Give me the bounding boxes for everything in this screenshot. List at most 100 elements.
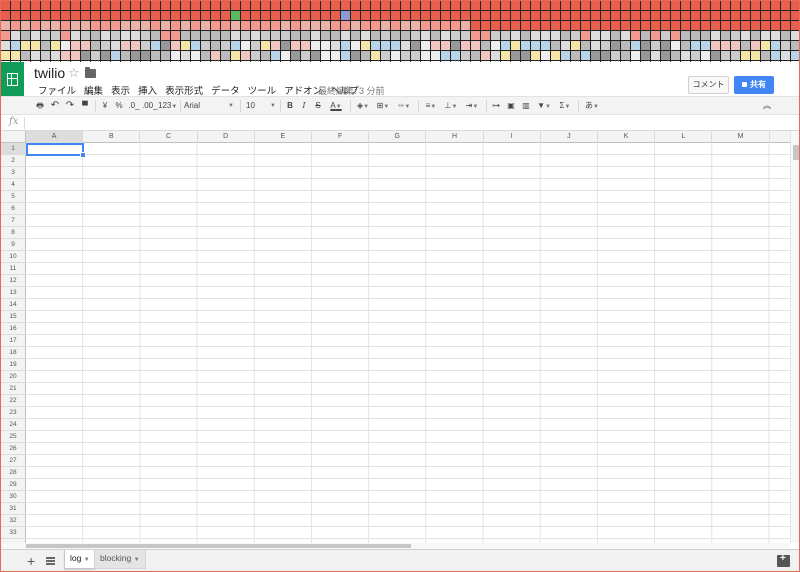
column-header-g[interactable]: G [369,131,427,143]
row-header-3[interactable]: 3 [0,167,26,179]
sheets-logo-icon[interactable] [0,62,24,96]
row-header-7[interactable]: 7 [0,215,26,227]
font-size-select[interactable]: 10 ▼ [246,99,276,113]
strikethrough-button[interactable]: S [312,99,324,113]
row-header-21[interactable]: 21 [0,383,26,395]
select-all-corner[interactable] [0,131,26,143]
column-header-f[interactable]: F [312,131,370,143]
column-header-d[interactable]: D [198,131,255,143]
column-header-h[interactable]: H [426,131,484,143]
column-header-m[interactable]: M [712,131,770,143]
redo-icon[interactable]: ↷ [64,99,76,113]
row-header-6[interactable]: 6 [0,203,26,215]
bold-button[interactable]: B [284,99,296,113]
row-header-20[interactable]: 20 [0,371,26,383]
row-header-2[interactable]: 2 [0,155,26,167]
row-header-23[interactable]: 23 [0,407,26,419]
selected-cell[interactable] [26,143,86,158]
comment-icon[interactable]: ▣ [505,99,517,113]
row-header-19[interactable]: 19 [0,359,26,371]
functions-button[interactable]: Σ▼ [556,99,574,113]
row-header-31[interactable]: 31 [0,503,26,515]
horizontal-scroll-thumb[interactable] [26,544,411,548]
column-header-c[interactable]: C [140,131,198,143]
row-header-25[interactable]: 25 [0,431,26,443]
chevron-down-icon[interactable]: ▼ [134,557,140,563]
row-header-16[interactable]: 16 [0,323,26,335]
column-header-a[interactable]: A [26,131,84,143]
comment-button[interactable]: コメント [688,76,729,94]
row-header-24[interactable]: 24 [0,419,26,431]
link-icon[interactable]: ⊶ [490,99,502,113]
explore-icon[interactable] [777,553,790,567]
paint-format-icon[interactable]: ▀ [79,99,91,113]
column-header-e[interactable]: E [255,131,312,143]
star-icon[interactable]: ☆ [68,65,80,81]
share-button[interactable]: 共有 [734,76,774,94]
row-header-11[interactable]: 11 [0,263,26,275]
row-header-33[interactable]: 33 [0,527,26,539]
menu-file[interactable]: ファイル [34,83,80,97]
row-header-26[interactable]: 26 [0,443,26,455]
decrease-decimal-button[interactable]: .0_ [128,99,140,113]
borders-icon[interactable]: ⊞▼ [374,99,392,113]
more-formats-button[interactable]: 123▼ [158,99,177,113]
menu-view[interactable]: 表示 [107,83,134,97]
merge-cells-icon[interactable]: ⇹▼ [394,99,414,113]
row-header-14[interactable]: 14 [0,299,26,311]
filter-icon[interactable]: ▼▼ [535,99,553,113]
row-header-1[interactable]: 1 [0,143,26,155]
document-title[interactable]: twilio [34,65,65,81]
row-header-32[interactable]: 32 [0,515,26,527]
column-header-j[interactable]: J [541,131,598,143]
menu-tools[interactable]: ツール [244,83,281,97]
row-header-29[interactable]: 29 [0,479,26,491]
column-header-i[interactable]: I [484,131,541,143]
chart-icon[interactable]: ▥ [520,99,532,113]
column-header-k[interactable]: K [598,131,656,143]
sheet-tab-log[interactable]: log ▼ [64,550,96,569]
currency-button[interactable]: ¥ [100,99,110,113]
row-header-13[interactable]: 13 [0,287,26,299]
increase-decimal-button[interactable]: .00_ [142,99,158,113]
cell-area[interactable] [26,143,790,543]
vertical-scrollbar[interactable] [790,131,800,543]
input-tools-button[interactable]: あ▼ [582,99,602,113]
percent-button[interactable]: % [114,99,124,113]
row-header-8[interactable]: 8 [0,227,26,239]
spreadsheet-grid[interactable]: ABCDEFGHIJKLM 1 2 3 4 5 6 7 8 9 10 11 12 13 14 15 16 17 1… [0,131,790,543]
sheet-tab-blocking[interactable]: blocking ▼ [94,550,146,569]
column-header-b[interactable]: B [83,131,141,143]
fill-color-icon[interactable]: ◈▼ [354,99,372,113]
row-header-9[interactable]: 9 [0,239,26,251]
row-header-10[interactable]: 10 [0,251,26,263]
menu-insert[interactable]: 挿入 [134,83,161,97]
horizontal-align-icon[interactable]: ≡▼ [422,99,440,113]
text-wrap-icon[interactable]: ⇥▼ [462,99,482,113]
row-header-5[interactable]: 5 [0,191,26,203]
undo-icon[interactable]: ↶ [49,99,61,113]
menu-edit[interactable]: 編集 [80,83,107,97]
row-header-4[interactable]: 4 [0,179,26,191]
print-icon[interactable]: 🖶 [34,99,46,113]
collapse-icon[interactable]: ︽ [760,99,774,113]
text-color-button[interactable]: A▼ [326,99,346,113]
row-header-15[interactable]: 15 [0,311,26,323]
row-header-12[interactable]: 12 [0,275,26,287]
chevron-down-icon[interactable]: ▼ [84,557,90,563]
italic-button[interactable]: I [298,99,310,113]
row-header-30[interactable]: 30 [0,491,26,503]
row-header-18[interactable]: 18 [0,347,26,359]
vertical-align-icon[interactable]: ⊥▼ [442,99,460,113]
font-select[interactable]: Arial ▼ [184,99,236,113]
row-header-28[interactable]: 28 [0,467,26,479]
column-header-l[interactable]: L [655,131,713,143]
folder-icon[interactable] [85,67,96,78]
row-header-17[interactable]: 17 [0,335,26,347]
add-sheet-icon[interactable]: + [27,553,35,569]
vertical-scroll-thumb[interactable] [793,145,799,160]
row-header-22[interactable]: 22 [0,395,26,407]
row-header-27[interactable]: 27 [0,455,26,467]
menu-data[interactable]: データ [207,83,244,97]
menu-format[interactable]: 表示形式 [161,83,207,97]
